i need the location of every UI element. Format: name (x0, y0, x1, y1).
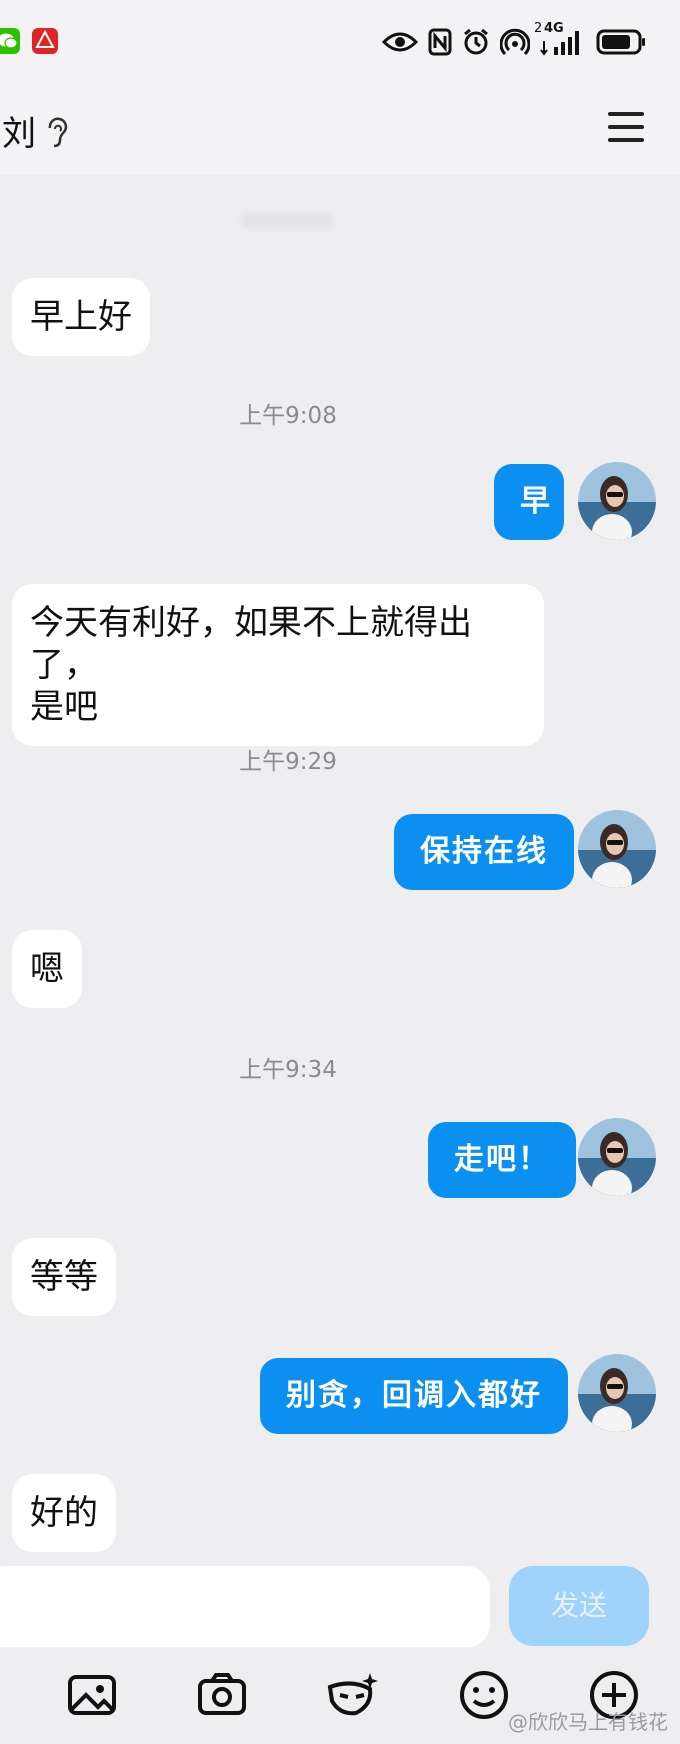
message-text: 嗯 (30, 949, 64, 989)
watermark: @欣欣马上有钱花 (508, 1710, 668, 1734)
chat-header: 刘 (0, 82, 680, 174)
blurred-system-text (242, 214, 332, 228)
avatar[interactable] (578, 462, 656, 540)
avatar[interactable] (578, 810, 656, 888)
status-icons: 2 4G (382, 21, 646, 60)
message-text: 早 (520, 484, 552, 519)
message-text: 好的 (30, 1493, 98, 1533)
avatar[interactable] (578, 1354, 656, 1432)
timestamp: 上午9:08 (239, 403, 337, 429)
message-input[interactable] (0, 1566, 490, 1648)
message-list: 早上好 上午9:08 早 今天有利好，如果不上就得出了， 是吧 上午9:29 保… (0, 174, 680, 1552)
hotspot-icon (500, 28, 530, 56)
wechat-app-icon (0, 28, 20, 54)
outgoing-message[interactable]: 保持在线 (394, 814, 574, 890)
incoming-message[interactable]: 早上好 (12, 278, 150, 356)
incoming-message[interactable]: 等等 (12, 1238, 116, 1316)
red-app-icon (32, 28, 58, 54)
incoming-message[interactable]: 好的 (12, 1474, 116, 1552)
battery-icon (596, 29, 645, 55)
status-bar: 2 4G (0, 0, 680, 82)
message-text: 早上好 (30, 297, 132, 337)
signal-icon: 2 4G (534, 21, 586, 57)
camera-icon[interactable] (196, 1669, 248, 1721)
timestamp: 上午9:29 (239, 749, 337, 775)
send-button[interactable]: 发送 (509, 1566, 649, 1646)
input-bar: 发送 (0, 1552, 680, 1648)
avatar[interactable] (578, 1118, 656, 1196)
message-text: 走吧！ (454, 1142, 550, 1177)
message-text-line-1: 今天有利好，如果不上就得出了， (30, 603, 472, 685)
outgoing-message[interactable]: 别贪，回调入都好 (260, 1358, 568, 1434)
eye-icon (382, 32, 418, 52)
ear-icon[interactable] (46, 116, 70, 150)
incoming-message[interactable]: 今天有利好，如果不上就得出了， 是吧 (12, 584, 544, 746)
contact-name: 刘 (2, 114, 36, 154)
emoji-icon[interactable] (458, 1669, 510, 1721)
message-text: 保持在线 (420, 834, 548, 869)
mask-effect-icon[interactable] (326, 1669, 378, 1721)
menu-icon[interactable] (608, 112, 644, 142)
message-text: 等等 (30, 1257, 98, 1297)
outgoing-message[interactable]: 早 (494, 464, 564, 540)
outgoing-message[interactable]: 走吧！ (428, 1122, 576, 1198)
incoming-message[interactable]: 嗯 (12, 930, 82, 1008)
image-icon[interactable] (66, 1669, 118, 1721)
nfc-icon (428, 28, 452, 56)
alarm-icon (464, 28, 488, 55)
message-text: 别贪，回调入都好 (286, 1378, 542, 1413)
message-text-line-2: 是吧 (30, 687, 98, 727)
timestamp: 上午9:34 (239, 1057, 337, 1083)
